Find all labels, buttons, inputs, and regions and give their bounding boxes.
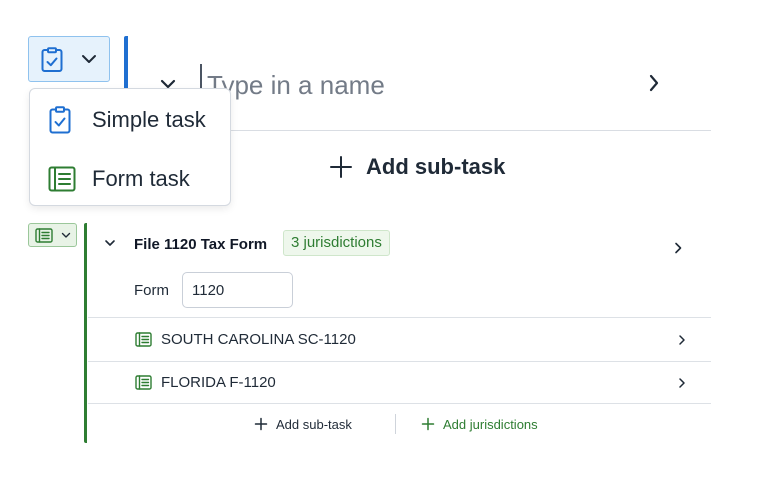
menu-item-label: Simple task xyxy=(92,107,206,132)
add-subtask-label: Add sub-task xyxy=(366,154,506,179)
chevron-right-icon xyxy=(676,377,688,389)
add-jurisdictions-button[interactable]: Add jurisdictions xyxy=(421,414,538,434)
clipboard-check-icon xyxy=(48,106,72,134)
chevron-right-icon[interactable] xyxy=(644,73,664,93)
form-list-icon xyxy=(135,332,152,347)
menu-item-label: Form task xyxy=(92,166,190,191)
jurisdiction-row[interactable]: FLORIDA F-1120 xyxy=(88,362,711,404)
menu-item-simple-task[interactable]: Simple task xyxy=(30,92,230,148)
task-type-menu: Simple task Form task xyxy=(29,88,231,206)
form-field-label: Form xyxy=(134,282,169,299)
jurisdictions-badge: 3 jurisdictions xyxy=(283,230,390,256)
form-number-input[interactable] xyxy=(182,272,293,308)
chevron-down-icon xyxy=(61,232,71,239)
chevron-right-icon[interactable] xyxy=(671,241,685,255)
jurisdiction-label: FLORIDA F-1120 xyxy=(161,374,276,391)
task-name-input[interactable] xyxy=(207,66,607,104)
clipboard-check-icon xyxy=(40,47,64,73)
plus-icon xyxy=(328,154,354,180)
jurisdiction-row[interactable]: SOUTH CAROLINA SC-1120 xyxy=(88,319,711,361)
form-task-type-button[interactable] xyxy=(28,223,77,247)
form-list-icon xyxy=(35,228,53,243)
jurisdiction-label: SOUTH CAROLINA SC-1120 xyxy=(161,331,356,348)
plus-icon xyxy=(254,417,268,431)
collapse-chevron-icon[interactable] xyxy=(103,236,117,250)
divider xyxy=(88,403,711,404)
menu-item-form-task[interactable]: Form task xyxy=(30,151,230,207)
chevron-down-icon xyxy=(81,53,97,65)
add-subtask-button[interactable]: Add sub-task xyxy=(254,414,352,434)
divider xyxy=(88,317,711,318)
add-jurisdictions-label: Add jurisdictions xyxy=(443,416,538,432)
chevron-right-icon xyxy=(676,334,688,346)
form-task-accent-bar xyxy=(84,223,87,443)
plus-icon xyxy=(421,417,435,431)
add-subtask-button[interactable]: Add sub-task xyxy=(328,150,505,184)
task-title[interactable]: File 1120 Tax Form xyxy=(134,236,267,253)
divider xyxy=(395,414,396,434)
form-list-icon xyxy=(48,166,76,192)
task-type-button[interactable] xyxy=(28,36,110,82)
form-list-icon xyxy=(135,375,152,390)
add-subtask-label: Add sub-task xyxy=(276,416,352,432)
